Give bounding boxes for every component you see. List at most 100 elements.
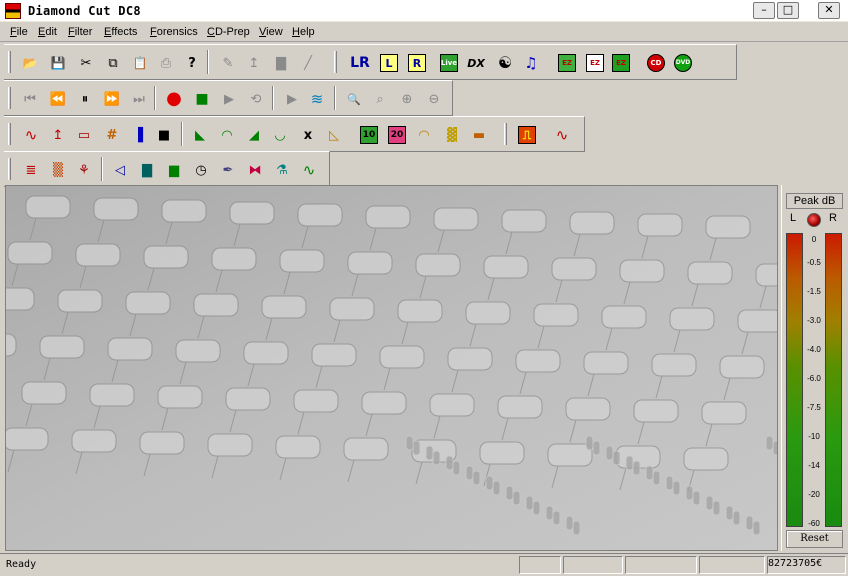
brush-button[interactable]: ╱ — [298, 53, 318, 73]
cut-button[interactable]: ✂ — [76, 53, 96, 73]
menu-forensics[interactable]: Forensics — [150, 26, 198, 38]
noise-button[interactable]: ≣ — [21, 160, 41, 180]
play-icon: ▶ — [224, 91, 234, 107]
dehiss-button[interactable]: ▒ — [48, 160, 68, 180]
pause-icon: ⏸ — [81, 91, 89, 107]
sine-check-button[interactable]: ∿ — [299, 160, 319, 180]
high-shelf-button[interactable]: ◢ — [244, 125, 264, 145]
toolbar-grip[interactable] — [8, 158, 11, 180]
zoom-out-button[interactable]: ⊖ — [424, 89, 444, 109]
maximize-button[interactable]: □ — [777, 2, 799, 19]
go-to-start-button[interactable]: ⏮ — [20, 89, 40, 109]
cut-marker-button[interactable]: x — [298, 125, 318, 145]
notch-button[interactable]: ◡ — [270, 125, 290, 145]
toolbar-grip[interactable] — [334, 51, 337, 73]
lr-channels-button[interactable]: LR — [350, 53, 370, 73]
spectrogram-button[interactable]: ▬ — [469, 125, 489, 145]
reset-button[interactable]: Reset — [786, 530, 843, 548]
dvd-button[interactable]: DVD — [673, 53, 693, 73]
menu-file[interactable]: File — [10, 26, 28, 38]
play-button[interactable]: ▶ — [219, 89, 239, 109]
stop-button[interactable]: ■ — [192, 89, 212, 109]
declick-button[interactable]: ⚘ — [74, 160, 94, 180]
waveform-filter-icon: ∿ — [24, 125, 38, 144]
menu-edit[interactable]: Edit — [38, 26, 57, 38]
go-to-end-button[interactable]: ⏭ — [129, 89, 149, 109]
record-button[interactable]: ● — [164, 89, 184, 109]
zoom-button[interactable]: 🔍 — [344, 89, 364, 109]
zoom-in-button[interactable]: ⊕ — [397, 89, 417, 109]
file-toolbar: 📂 💾 ✂ ⧉ 📋 ⎙ ? ✎ ↥ ▇ ╱ LR L R Live DX ☯ ♫… — [4, 44, 737, 80]
dx-plugin-button[interactable]: DX — [466, 53, 486, 73]
tube-button[interactable]: ▇ — [137, 160, 157, 180]
bandpass-button[interactable]: ◠ — [217, 125, 237, 145]
pencil-button[interactable]: ✎ — [218, 53, 238, 73]
workspace-area[interactable] — [5, 185, 778, 551]
print-button[interactable]: ⎙ — [156, 53, 176, 73]
toolbar-grip[interactable] — [8, 123, 11, 145]
playlist-button[interactable]: ♫ — [521, 53, 541, 73]
speaker-button[interactable]: ◁ — [110, 160, 130, 180]
right-channel-label: R — [829, 212, 837, 224]
yin-yang-button[interactable]: ☯ — [495, 53, 515, 73]
scope-button[interactable]: ▭ — [74, 125, 94, 145]
envelope-tool-button[interactable]: ▇ — [271, 53, 291, 73]
play-selection-button[interactable]: ▶ — [282, 89, 302, 109]
mixer-button[interactable]: ▆ — [164, 160, 184, 180]
zoom-in-icon: ⊕ — [401, 91, 413, 107]
menu-effects[interactable]: Effects — [104, 26, 137, 38]
rewind-button[interactable]: ⏪ — [48, 89, 68, 109]
grid-filter-button[interactable]: # — [102, 125, 122, 145]
impulse-filter-button[interactable]: ↥ — [48, 125, 68, 145]
fade-button[interactable]: ◺ — [324, 125, 344, 145]
cd-button[interactable]: CD — [646, 53, 666, 73]
spectrum-button[interactable]: ▐ — [128, 125, 148, 145]
square-wave-button[interactable]: ⎍ — [517, 125, 537, 145]
flask-button[interactable]: ⚗ — [272, 160, 292, 180]
ez-clean-button[interactable]: EZ — [557, 53, 577, 73]
waveform-filter-button[interactable]: ∿ — [21, 125, 41, 145]
scale-label: -0.5 — [807, 258, 821, 267]
timer-button[interactable]: ◷ — [191, 160, 211, 180]
toolbar-grip[interactable] — [8, 51, 11, 73]
routing-button[interactable]: ▓ — [442, 125, 462, 145]
toolbar-grip[interactable] — [504, 123, 507, 145]
pause-button[interactable]: ⏸ — [75, 89, 95, 109]
minimize-button[interactable]: – — [753, 2, 775, 19]
meter-icon: ■ — [157, 127, 171, 143]
live-button[interactable]: Live — [439, 53, 459, 73]
help-button[interactable]: ? — [182, 53, 202, 73]
zoom-fit-button[interactable]: ⌕ — [370, 89, 390, 109]
paste-button[interactable]: 📋 — [130, 53, 150, 73]
toolbar-grip[interactable] — [8, 87, 11, 109]
menu-view[interactable]: View — [259, 26, 283, 38]
bowtie-icon: ⧓ — [248, 162, 262, 178]
pen-tool-button[interactable]: ✒ — [218, 160, 238, 180]
save-button[interactable]: 💾 — [48, 53, 68, 73]
loop-button[interactable]: ⟲ — [246, 89, 266, 109]
open-icon: 📂 — [22, 56, 38, 70]
left-channel-button[interactable]: L — [379, 53, 399, 73]
bowtie-button[interactable]: ⧓ — [245, 160, 265, 180]
menu-help[interactable]: Help — [292, 26, 315, 38]
close-button[interactable]: ✕ — [818, 2, 840, 19]
meter-button[interactable]: ■ — [154, 125, 174, 145]
sine-wave-button[interactable]: ∿ — [552, 125, 572, 145]
ez-declick-button[interactable]: EZ — [585, 53, 605, 73]
left-channel-label: L — [790, 212, 797, 224]
eq-20-band-button[interactable]: 20 — [387, 125, 407, 145]
low-shelf-button[interactable]: ◣ — [190, 125, 210, 145]
level-tool-button[interactable]: ↥ — [244, 53, 264, 73]
wave-preview-button[interactable]: ≋ — [307, 89, 327, 109]
status-pane — [625, 556, 697, 574]
menu-cd-prep[interactable]: CD-Prep — [207, 26, 250, 38]
reverb-button[interactable]: ◠ — [414, 125, 434, 145]
fast-forward-button[interactable]: ⏩ — [102, 89, 122, 109]
ez-boost-button[interactable]: EZ — [611, 53, 631, 73]
clip-indicator-icon[interactable] — [807, 213, 821, 227]
eq-10-band-button[interactable]: 10 — [359, 125, 379, 145]
right-channel-button[interactable]: R — [407, 53, 427, 73]
menu-filter[interactable]: Filter — [68, 26, 92, 38]
open-button[interactable]: 📂 — [20, 53, 40, 73]
copy-button[interactable]: ⧉ — [103, 53, 123, 73]
